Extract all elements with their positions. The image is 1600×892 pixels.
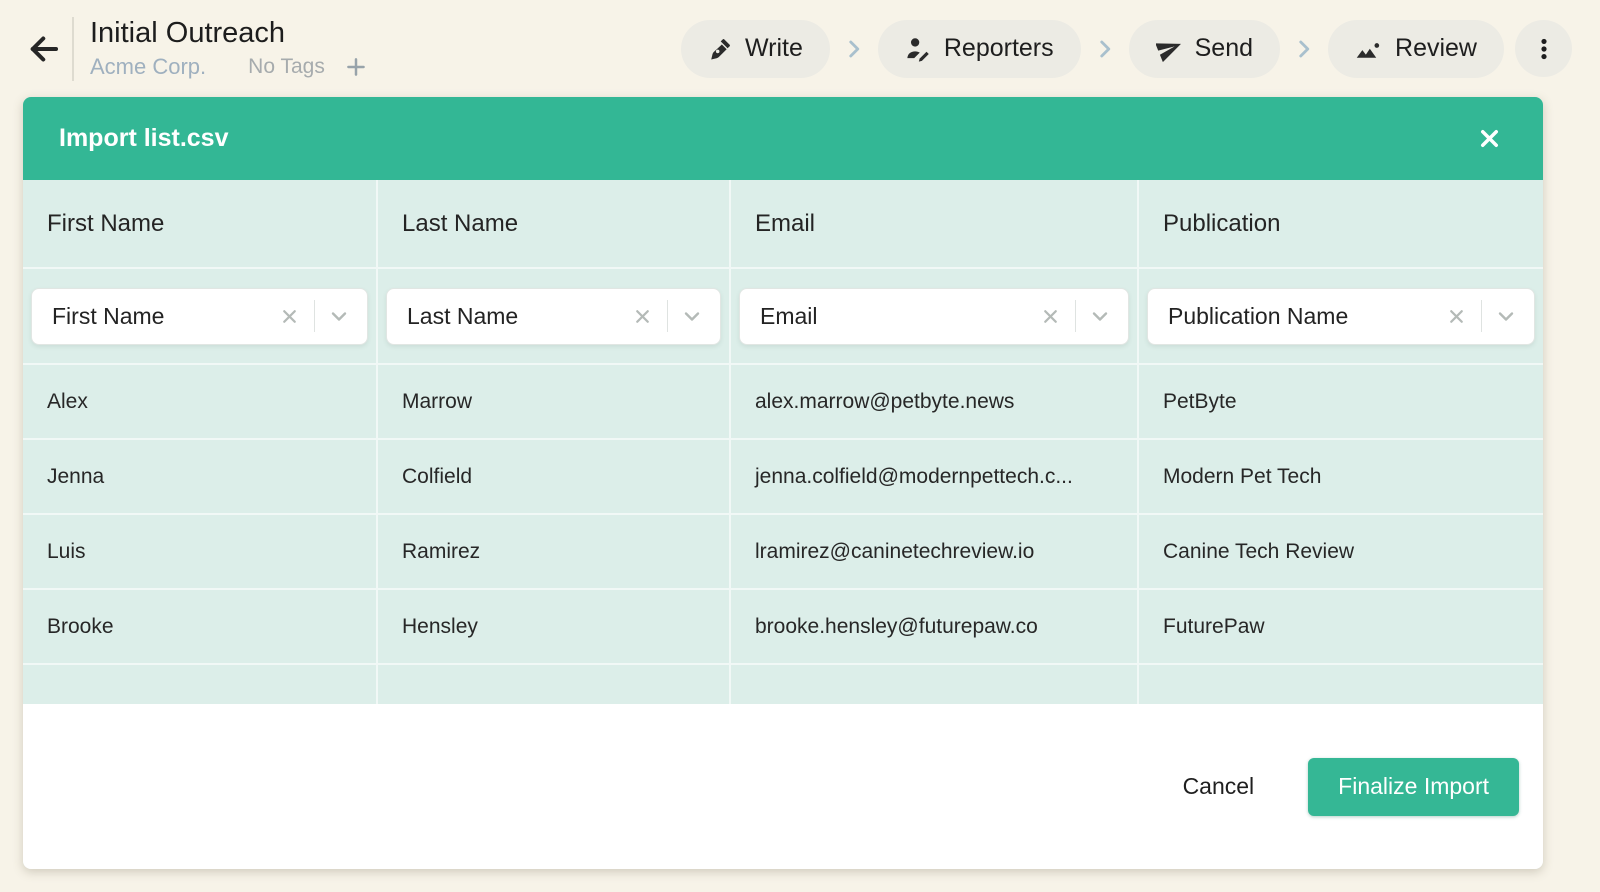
select-divider <box>1481 300 1482 332</box>
step-review[interactable]: Review <box>1328 19 1504 78</box>
step-label: Write <box>744 34 803 62</box>
chevron-right-icon <box>841 36 867 62</box>
cell-email: brooke.hensley@futurepaw.co <box>731 590 1139 663</box>
cell-empty <box>731 665 1139 704</box>
step-label: Reporters <box>943 34 1054 62</box>
import-preview-table: First Name Last Name Email Publication F… <box>23 180 1543 704</box>
chevron-right-icon <box>1092 36 1118 62</box>
cancel-button[interactable]: Cancel <box>1165 763 1273 810</box>
cell-empty <box>1139 665 1543 704</box>
mapping-row: First Name Last Name Email Publication N… <box>23 267 1543 363</box>
kebab-menu-button[interactable] <box>1515 20 1572 77</box>
person-edit-icon <box>905 35 932 62</box>
modal-footer: Cancel Finalize Import <box>23 704 1543 869</box>
app-header: Initial Outreach Acme Corp. No Tags Writ… <box>0 0 1600 97</box>
close-icon <box>1476 125 1503 152</box>
table-row: Brooke Hensley brooke.hensley@futurepaw.… <box>23 588 1543 663</box>
cell-publication: FuturePaw <box>1163 614 1265 638</box>
mapping-cell: Publication Name <box>1139 269 1543 363</box>
step-label: Send <box>1194 34 1254 62</box>
import-modal: Import list.csv First Name Last Name Ema… <box>23 97 1543 869</box>
mapping-cell: Email <box>731 269 1139 363</box>
column-header: Last Name <box>378 180 731 267</box>
column-header: Publication <box>1163 209 1281 237</box>
workflow-steps: Write Reporters Send Review <box>680 19 1572 78</box>
column-header: First Name <box>23 180 378 267</box>
plus-icon <box>343 54 369 80</box>
step-label: Review <box>1395 34 1477 62</box>
finalize-import-button[interactable]: Finalize Import <box>1308 757 1519 816</box>
add-tag-button[interactable] <box>343 54 369 80</box>
page-title: Initial Outreach <box>90 17 286 50</box>
mapping-select-email[interactable]: Email <box>739 287 1129 345</box>
chevron-down-icon[interactable] <box>678 302 706 330</box>
chevron-down-icon[interactable] <box>325 302 353 330</box>
image-icon <box>1355 35 1383 63</box>
cell-publication: PetByte <box>1163 389 1237 413</box>
select-divider <box>314 300 315 332</box>
back-button[interactable] <box>24 29 64 69</box>
mapping-cell: Last Name <box>378 269 731 363</box>
cell-last-name: Marrow <box>378 365 731 438</box>
title-divider <box>72 16 74 81</box>
modal-close-button[interactable] <box>1471 121 1507 157</box>
cell-first-name: Brooke <box>23 590 378 663</box>
cell-email: lramirez@caninetechreview.io <box>731 515 1139 588</box>
clear-icon[interactable] <box>1442 302 1471 331</box>
select-divider <box>667 300 668 332</box>
table-row: Luis Ramirez lramirez@caninetechreview.i… <box>23 513 1543 588</box>
selected-value: Publication Name <box>1168 302 1349 329</box>
step-reporters[interactable]: Reporters <box>877 19 1081 78</box>
cell-empty <box>23 665 378 704</box>
modal-title: Import list.csv <box>59 124 229 152</box>
chevron-down-icon[interactable] <box>1492 302 1520 330</box>
table-header-row: First Name Last Name Email Publication <box>23 180 1543 267</box>
clear-icon[interactable] <box>628 302 657 331</box>
chevron-right-icon <box>1291 36 1317 62</box>
chevron-down-icon[interactable] <box>1086 302 1114 330</box>
cell-email: jenna.colfield@modernpettech.c... <box>731 440 1139 513</box>
mapping-select-first-name[interactable]: First Name <box>31 287 368 345</box>
cell-email: alex.marrow@petbyte.news <box>731 365 1139 438</box>
arrow-left-icon <box>26 31 62 67</box>
table-row: Alex Marrow alex.marrow@petbyte.news Pet… <box>23 363 1543 438</box>
select-divider <box>1075 300 1076 332</box>
paper-plane-icon <box>1155 35 1183 62</box>
cell-first-name: Alex <box>23 365 378 438</box>
cell-first-name: Jenna <box>23 440 378 513</box>
clear-icon[interactable] <box>275 302 304 331</box>
pen-nib-icon <box>708 36 733 61</box>
selected-value: Email <box>760 302 818 329</box>
step-write[interactable]: Write <box>680 19 830 78</box>
tags-label: No Tags <box>248 54 325 78</box>
cell-last-name: Ramirez <box>378 515 731 588</box>
modal-header: Import list.csv <box>23 97 1543 180</box>
selected-value: First Name <box>52 302 165 329</box>
clear-icon[interactable] <box>1036 302 1065 331</box>
mapping-select-last-name[interactable]: Last Name <box>386 287 721 345</box>
mapping-cell: First Name <box>23 269 378 363</box>
column-header: Email <box>731 180 1139 267</box>
selected-value: Last Name <box>407 302 519 329</box>
cell-last-name: Colfield <box>378 440 731 513</box>
cell-last-name: Hensley <box>378 590 731 663</box>
cell-first-name: Luis <box>23 515 378 588</box>
cell-publication: Modern Pet Tech <box>1163 464 1322 488</box>
step-send[interactable]: Send <box>1128 19 1281 78</box>
table-row-empty <box>23 663 1543 704</box>
table-row: Jenna Colfield jenna.colfield@modernpett… <box>23 438 1543 513</box>
cell-publication: Canine Tech Review <box>1163 539 1355 563</box>
org-name: Acme Corp. <box>90 53 207 79</box>
mapping-select-publication[interactable]: Publication Name <box>1147 287 1535 345</box>
kebab-menu-icon <box>1531 36 1557 62</box>
cell-empty <box>378 665 731 704</box>
